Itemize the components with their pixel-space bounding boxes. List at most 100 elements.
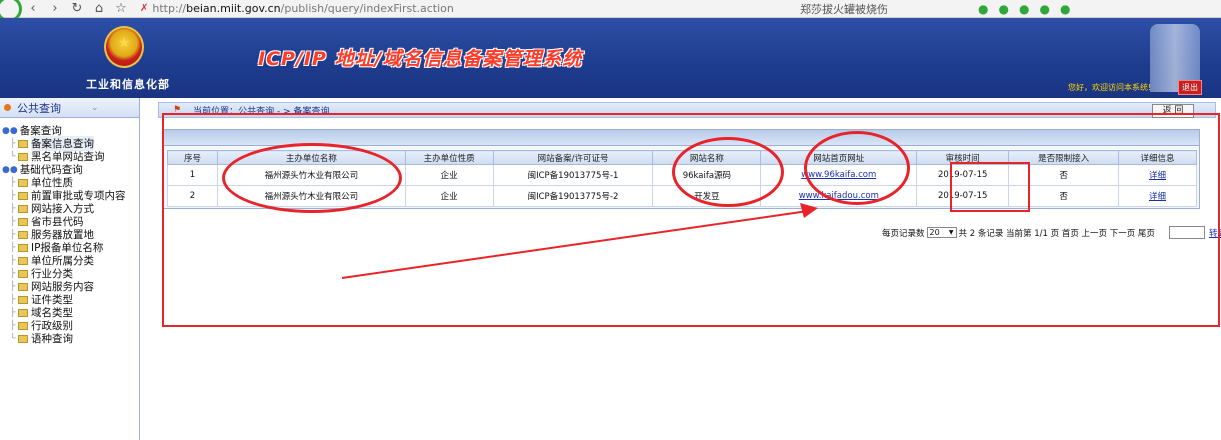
cell-homepage: www.96kaifa.com	[760, 164, 918, 186]
column-header: 网站首页网址	[760, 150, 918, 165]
tree-line-icon: ├	[10, 255, 16, 266]
browser-logo-icon	[0, 0, 22, 22]
folder-icon	[18, 269, 28, 278]
results-panel: 序号 主办单位名称 主办单位性质 网站备案/许可证号 网站名称 网站首页网址 审…	[162, 129, 1200, 209]
bullet-icon	[4, 104, 11, 111]
folder-icon	[18, 334, 28, 343]
back-button[interactable]: 返 回	[1152, 104, 1194, 118]
system-title: ICP/IP 地址/域名信息备案管理系统	[258, 48, 583, 70]
extension-icon[interactable]: ●	[1019, 2, 1029, 16]
star-icon[interactable]: ☆	[110, 1, 132, 16]
sidebar-tree: ●● 备案查询 ├ 备案信息查询 └ 黑名单网站查询 ●● 基础代码查询 ├ 单位性质 ├…	[0, 118, 139, 345]
cell-homepage: www.kaifadou.com	[760, 185, 918, 207]
folder-icon	[18, 139, 28, 148]
tree-line-icon: └	[10, 151, 16, 162]
per-page-select[interactable]: 20	[926, 227, 957, 238]
cell-index: 1	[167, 164, 218, 186]
homepage-link[interactable]: www.kaifadou.com	[799, 191, 879, 201]
address-bar[interactable]: ✗ http://beian.miit.gov.cn/publish/query…	[140, 1, 780, 17]
cell-restricted: 否	[1008, 164, 1119, 186]
tree-line-icon: ├	[10, 307, 16, 318]
site-banner: 工业和信息化部 ICP/IP 地址/域名信息备案管理系统 您好，欢迎访问本系统!…	[0, 18, 1221, 98]
table-row: 1 福州源头竹木业有限公司 企业 闽ICP备19013775号-1 96kaif…	[167, 164, 1197, 186]
sidebar-header[interactable]: 公共查询 ⌄	[0, 98, 139, 118]
cell-index: 2	[167, 185, 218, 207]
column-header: 网站备案/许可证号	[492, 150, 654, 165]
page-jump-input[interactable]	[1168, 226, 1205, 239]
cell-site-name: 96kaifa源码	[652, 164, 762, 186]
folder-icon	[18, 282, 28, 291]
column-header: 主办单位性质	[404, 150, 494, 165]
extension-icon[interactable]: ●	[1060, 2, 1070, 16]
tree-item[interactable]: └ 语种查询	[0, 332, 139, 345]
tree-line-icon: ├	[10, 216, 16, 227]
cell-organizer: 福州源头竹木业有限公司	[216, 164, 406, 186]
detail-link[interactable]: 详细	[1149, 171, 1166, 181]
folder-icon	[18, 178, 28, 187]
tree-line-icon: ├	[10, 320, 16, 331]
extension-icon[interactable]: ●	[1039, 2, 1049, 16]
table-header-row: 序号 主办单位名称 主办单位性质 网站备案/许可证号 网站名称 网站首页网址 审…	[167, 150, 1197, 165]
home-icon[interactable]: ⌂	[88, 1, 110, 16]
extension-icon[interactable]: ●	[998, 2, 1008, 16]
folder-group-icon: ●●	[2, 164, 18, 175]
forward-arrow-icon[interactable]: ›	[44, 1, 66, 16]
tree-line-icon: └	[10, 333, 16, 344]
logout-button[interactable]: 退出	[1178, 80, 1202, 95]
pagination-summary: 共 2 条记录 当前第 1/1 页 首页 上一页 下一页 尾页	[958, 228, 1155, 239]
folder-icon	[18, 321, 28, 330]
url-scheme: http://	[152, 2, 187, 15]
tree-line-icon: ├	[10, 294, 16, 305]
welcome-text: 您好，欢迎访问本系统!	[1068, 83, 1152, 92]
ministry-name: 工业和信息化部	[86, 78, 170, 91]
browser-toolbar: ‹ › ↻ ⌂ ☆ ✗ http://beian.miit.gov.cn/pub…	[0, 0, 1221, 22]
tree-line-icon: ├	[10, 190, 16, 201]
screenshot-root: { "browser": { "url_scheme": "http://", …	[0, 0, 1221, 440]
column-header: 序号	[167, 150, 218, 165]
folder-icon	[18, 256, 28, 265]
folder-icon	[18, 217, 28, 226]
detail-link[interactable]: 详细	[1149, 192, 1166, 202]
chevron-down-icon[interactable]: ⌄	[91, 103, 99, 113]
homepage-link[interactable]: www.96kaifa.com	[801, 170, 876, 180]
extension-icons: ● ● ● ● ●	[978, 2, 1070, 16]
tree-line-icon: ├	[10, 268, 16, 279]
url-host: beian.miit.gov.cn	[186, 2, 281, 15]
column-header: 详细信息	[1118, 150, 1197, 165]
cell-restricted: 否	[1008, 185, 1119, 207]
sidebar: 公共查询 ⌄ ●● 备案查询 ├ 备案信息查询 └ 黑名单网站查询 ●● 基础代码查询 …	[0, 98, 140, 440]
breadcrumb: ⚑ 当前位置：公共查询 - > 备案查询	[158, 102, 1216, 118]
cell-site-name: 开发豆	[652, 185, 762, 207]
main-content: ⚑ 当前位置：公共查询 - > 备案查询 返 回 序号 主办单位名称 主办单位性…	[140, 98, 1221, 440]
jump-link[interactable]: 转到	[1209, 227, 1221, 239]
cell-detail: 详细	[1118, 164, 1197, 186]
sidebar-title: 公共查询	[17, 101, 61, 115]
tree-line-icon: ├	[10, 177, 16, 188]
cell-review-date: 2019-07-15	[916, 185, 1010, 207]
folder-icon	[18, 308, 28, 317]
tree-line-icon: ├	[10, 203, 16, 214]
national-emblem-icon	[104, 26, 144, 68]
folder-icon	[18, 191, 28, 200]
column-header: 审核时间	[916, 150, 1010, 165]
reload-icon[interactable]: ↻	[66, 1, 88, 16]
cell-license: 闽ICP备19013775号-1	[492, 164, 654, 186]
cell-license: 闽ICP备19013775号-2	[492, 185, 654, 207]
location-icon: ⚑	[173, 105, 182, 115]
tree-item-label: 语种查询	[31, 333, 73, 345]
tree-line-icon: ├	[10, 242, 16, 253]
extension-icon[interactable]: ●	[978, 2, 988, 16]
folder-icon	[18, 152, 28, 161]
results-table: 序号 主办单位名称 主办单位性质 网站备案/许可证号 网站名称 网站首页网址 审…	[167, 150, 1197, 207]
folder-group-icon: ●●	[2, 125, 18, 136]
tree-line-icon: ├	[10, 138, 16, 149]
browser-search-box[interactable]: 郑莎拔火罐被烧伤	[800, 1, 960, 17]
column-header: 是否限制接入	[1008, 150, 1119, 165]
table-row: 2 福州源头竹木业有限公司 企业 闽ICP备19013775号-2 开发豆 ww…	[167, 185, 1197, 207]
back-arrow-icon[interactable]: ‹	[22, 1, 44, 16]
tree-line-icon: ├	[10, 281, 16, 292]
not-secure-icon: ✗	[140, 3, 149, 14]
per-page-label: 每页记录数	[882, 228, 925, 239]
url-path: /publish/query/indexFirst.action	[280, 2, 454, 15]
cell-detail: 详细	[1118, 185, 1197, 207]
